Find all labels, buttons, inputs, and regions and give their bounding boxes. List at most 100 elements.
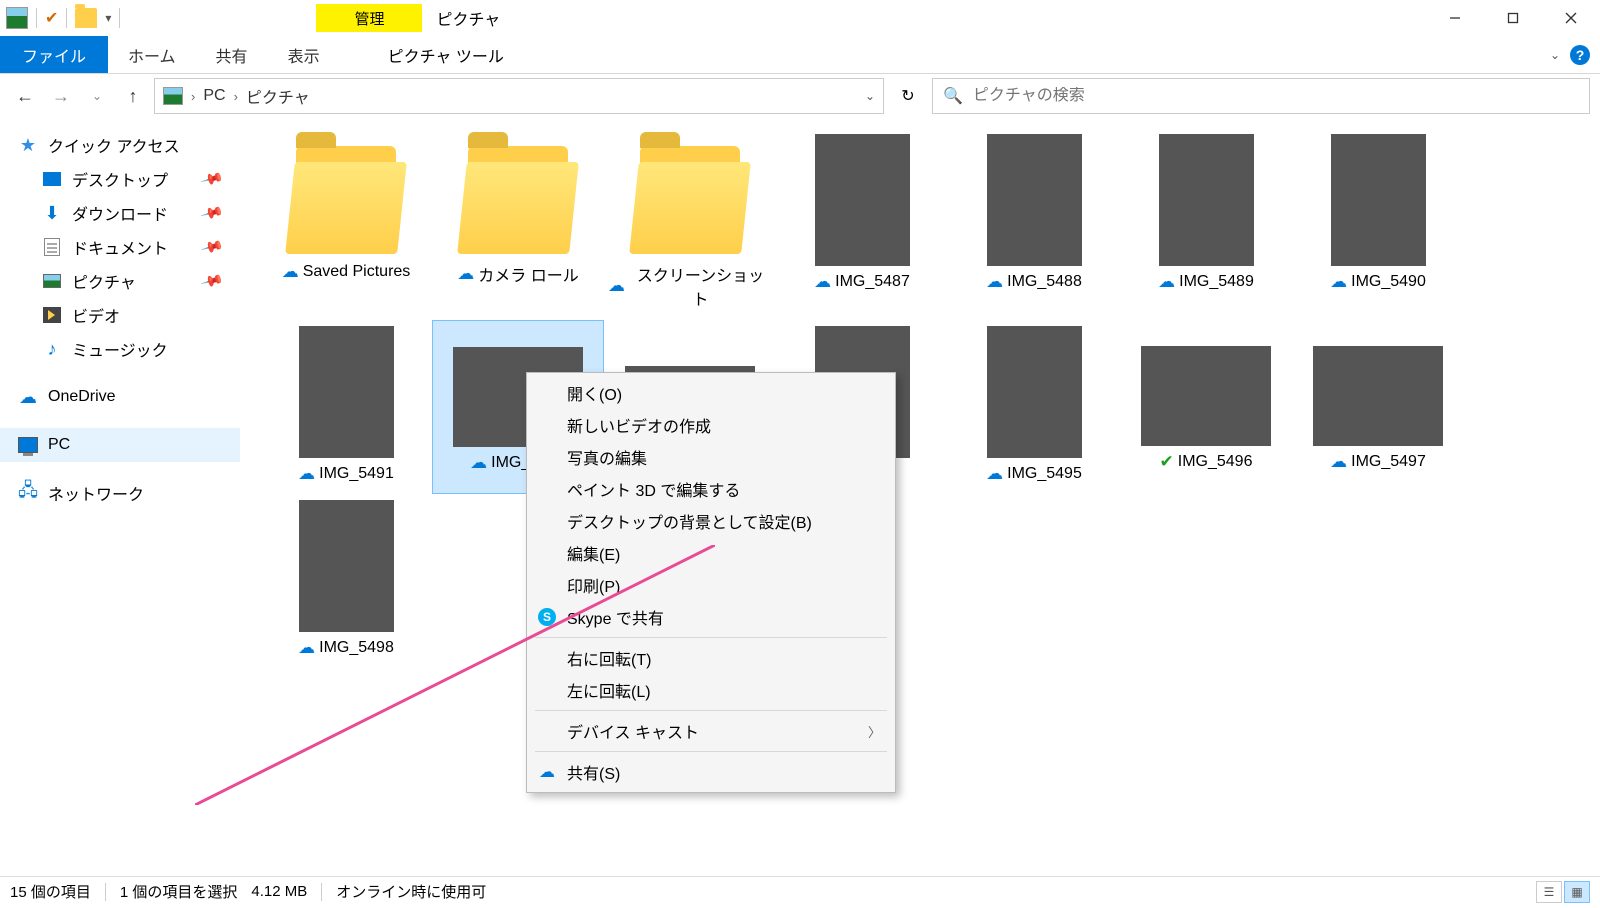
- menu-new-video[interactable]: 新しいビデオの作成: [527, 409, 895, 441]
- file-item[interactable]: ☁IMG_5489: [1120, 128, 1292, 320]
- image-thumbnail: [815, 134, 910, 266]
- cloud-status-icon: ☁: [298, 464, 315, 484]
- sidebar-quick-access[interactable]: ★ クイック アクセス: [0, 128, 240, 162]
- download-icon: ⬇: [42, 204, 62, 222]
- menu-label: デバイス キャスト: [567, 719, 699, 743]
- menu-skype-share[interactable]: SSkype で共有: [527, 601, 895, 633]
- music-icon: ♪: [42, 340, 62, 358]
- ribbon: ファイル ホーム 共有 表示 ピクチャ ツール ⌄ ?: [0, 36, 1600, 74]
- sidebar-label: OneDrive: [48, 388, 116, 406]
- chevron-right-icon[interactable]: ›: [191, 89, 195, 104]
- file-item[interactable]: ☁IMG_5497: [1292, 320, 1464, 494]
- sidebar-music[interactable]: ♪ミュージック: [0, 332, 240, 366]
- sidebar-pictures[interactable]: ピクチャ📌: [0, 264, 240, 298]
- sidebar-label: ネットワーク: [48, 481, 144, 505]
- menu-paint3d[interactable]: ペイント 3D で編集する: [527, 473, 895, 505]
- image-thumbnail: [1141, 346, 1271, 446]
- menu-open[interactable]: 開く(O): [527, 377, 895, 409]
- tab-share[interactable]: 共有: [196, 36, 268, 73]
- sidebar-label: ドキュメント: [72, 235, 168, 259]
- sidebar-downloads[interactable]: ⬇ ダウンロード 📌: [0, 196, 240, 230]
- sidebar-network[interactable]: 🖧ネットワーク: [0, 476, 240, 510]
- item-label: IMG_5498: [319, 639, 394, 657]
- recent-chevron-icon[interactable]: ⌄: [82, 89, 112, 103]
- sidebar-onedrive[interactable]: ☁OneDrive: [0, 380, 240, 414]
- details-view-button[interactable]: ☰: [1536, 881, 1562, 903]
- file-item[interactable]: ☁IMG_5498: [260, 494, 432, 668]
- context-menu: 開く(O) 新しいビデオの作成 写真の編集 ペイント 3D で編集する デスクト…: [526, 372, 896, 793]
- breadcrumb-pc[interactable]: PC: [203, 87, 225, 105]
- menu-rotate-right[interactable]: 右に回転(T): [527, 642, 895, 674]
- ribbon-expand-icon[interactable]: ⌄: [1550, 48, 1560, 62]
- file-item[interactable]: ☁IMG_5488: [948, 128, 1120, 320]
- app-icon[interactable]: [6, 7, 28, 29]
- window-controls: [1426, 0, 1600, 36]
- tab-view[interactable]: 表示: [268, 36, 340, 73]
- item-label: IMG_5489: [1179, 273, 1254, 291]
- sidebar-pc[interactable]: PC: [0, 428, 240, 462]
- close-button[interactable]: [1542, 0, 1600, 36]
- back-button[interactable]: ←: [10, 86, 40, 107]
- nav-pane: ★ クイック アクセス デスクトップ📌 ⬇ ダウンロード 📌 ドキュメント 📌 ピクチャ…: [0, 118, 240, 868]
- chevron-right-icon[interactable]: ›: [234, 89, 238, 104]
- chevron-down-icon[interactable]: ▾: [105, 11, 111, 25]
- sidebar-label: クイック アクセス: [48, 133, 180, 157]
- up-button[interactable]: ↑: [118, 86, 148, 107]
- menu-set-background[interactable]: デスクトップの背景として設定(B): [527, 505, 895, 537]
- menu-rotate-left[interactable]: 左に回転(L): [527, 674, 895, 706]
- folder-item[interactable]: ☁カメラ ロール: [432, 128, 604, 320]
- separator: [66, 8, 67, 28]
- menu-print[interactable]: 印刷(P): [527, 569, 895, 601]
- pin-icon: 📌: [200, 235, 225, 260]
- file-item[interactable]: ☁IMG_5487: [776, 128, 948, 320]
- address-bar[interactable]: › PC › ピクチャ ⌄: [154, 78, 884, 114]
- menu-share[interactable]: ☁共有(S): [527, 756, 895, 788]
- thumbnails-view-button[interactable]: ▦: [1564, 881, 1590, 903]
- quick-access-toolbar: ✔ ▾: [0, 7, 126, 29]
- sidebar-label: ダウンロード: [72, 201, 168, 225]
- address-dropdown-icon[interactable]: ⌄: [865, 89, 875, 103]
- maximize-button[interactable]: [1484, 0, 1542, 36]
- menu-label: 印刷(P): [567, 573, 620, 597]
- image-thumbnail: [1313, 346, 1443, 446]
- checkmark-icon[interactable]: ✔: [45, 8, 58, 28]
- item-label: カメラ ロール: [478, 262, 578, 286]
- cloud-status-icon: ☁: [457, 264, 474, 284]
- folder-item[interactable]: ☁スクリーンショット: [604, 128, 776, 320]
- menu-cast[interactable]: デバイス キャスト 〉: [527, 715, 895, 747]
- refresh-button[interactable]: ↻: [890, 78, 926, 114]
- search-box[interactable]: 🔍: [932, 78, 1590, 114]
- tab-picture-tools[interactable]: ピクチャ ツール: [370, 36, 522, 73]
- cloud-status-icon: ☁: [986, 464, 1003, 484]
- context-tab-label[interactable]: 管理: [316, 4, 422, 32]
- file-item[interactable]: ☁IMG_5495: [948, 320, 1120, 494]
- minimize-button[interactable]: [1426, 0, 1484, 36]
- status-online: オンライン時に使用可: [336, 881, 486, 902]
- breadcrumb-folder[interactable]: ピクチャ: [246, 84, 310, 108]
- folder-icon[interactable]: [75, 8, 97, 28]
- item-label: IMG_5495: [1007, 465, 1082, 483]
- help-icon[interactable]: ?: [1570, 45, 1590, 65]
- folder-item[interactable]: ☁Saved Pictures: [260, 128, 432, 320]
- search-input[interactable]: [973, 87, 1579, 105]
- file-tab[interactable]: ファイル: [0, 36, 108, 73]
- sidebar-desktop[interactable]: デスクトップ📌: [0, 162, 240, 196]
- submenu-arrow-icon: 〉: [868, 722, 881, 741]
- file-item[interactable]: ☁IMG_5491: [260, 320, 432, 494]
- file-item[interactable]: ✔IMG_5496: [1120, 320, 1292, 494]
- file-item[interactable]: ☁IMG_5490: [1292, 128, 1464, 320]
- cloud-status-icon: ☁: [608, 276, 625, 296]
- forward-button[interactable]: →: [46, 86, 76, 107]
- menu-edit[interactable]: 編集(E): [527, 537, 895, 569]
- item-label: IMG_5487: [835, 273, 910, 291]
- tab-home[interactable]: ホーム: [108, 36, 196, 73]
- star-icon: ★: [18, 136, 38, 154]
- folder-icon: [286, 134, 406, 254]
- sidebar-video[interactable]: ビデオ: [0, 298, 240, 332]
- items-view[interactable]: ☁Saved Pictures ☁カメラ ロール ☁スクリーンショット ☁IMG…: [240, 118, 1600, 868]
- video-icon: [43, 307, 61, 323]
- location-icon: [163, 87, 183, 105]
- menu-edit-photo[interactable]: 写真の編集: [527, 441, 895, 473]
- pin-icon: 📌: [200, 201, 225, 226]
- sidebar-documents[interactable]: ドキュメント 📌: [0, 230, 240, 264]
